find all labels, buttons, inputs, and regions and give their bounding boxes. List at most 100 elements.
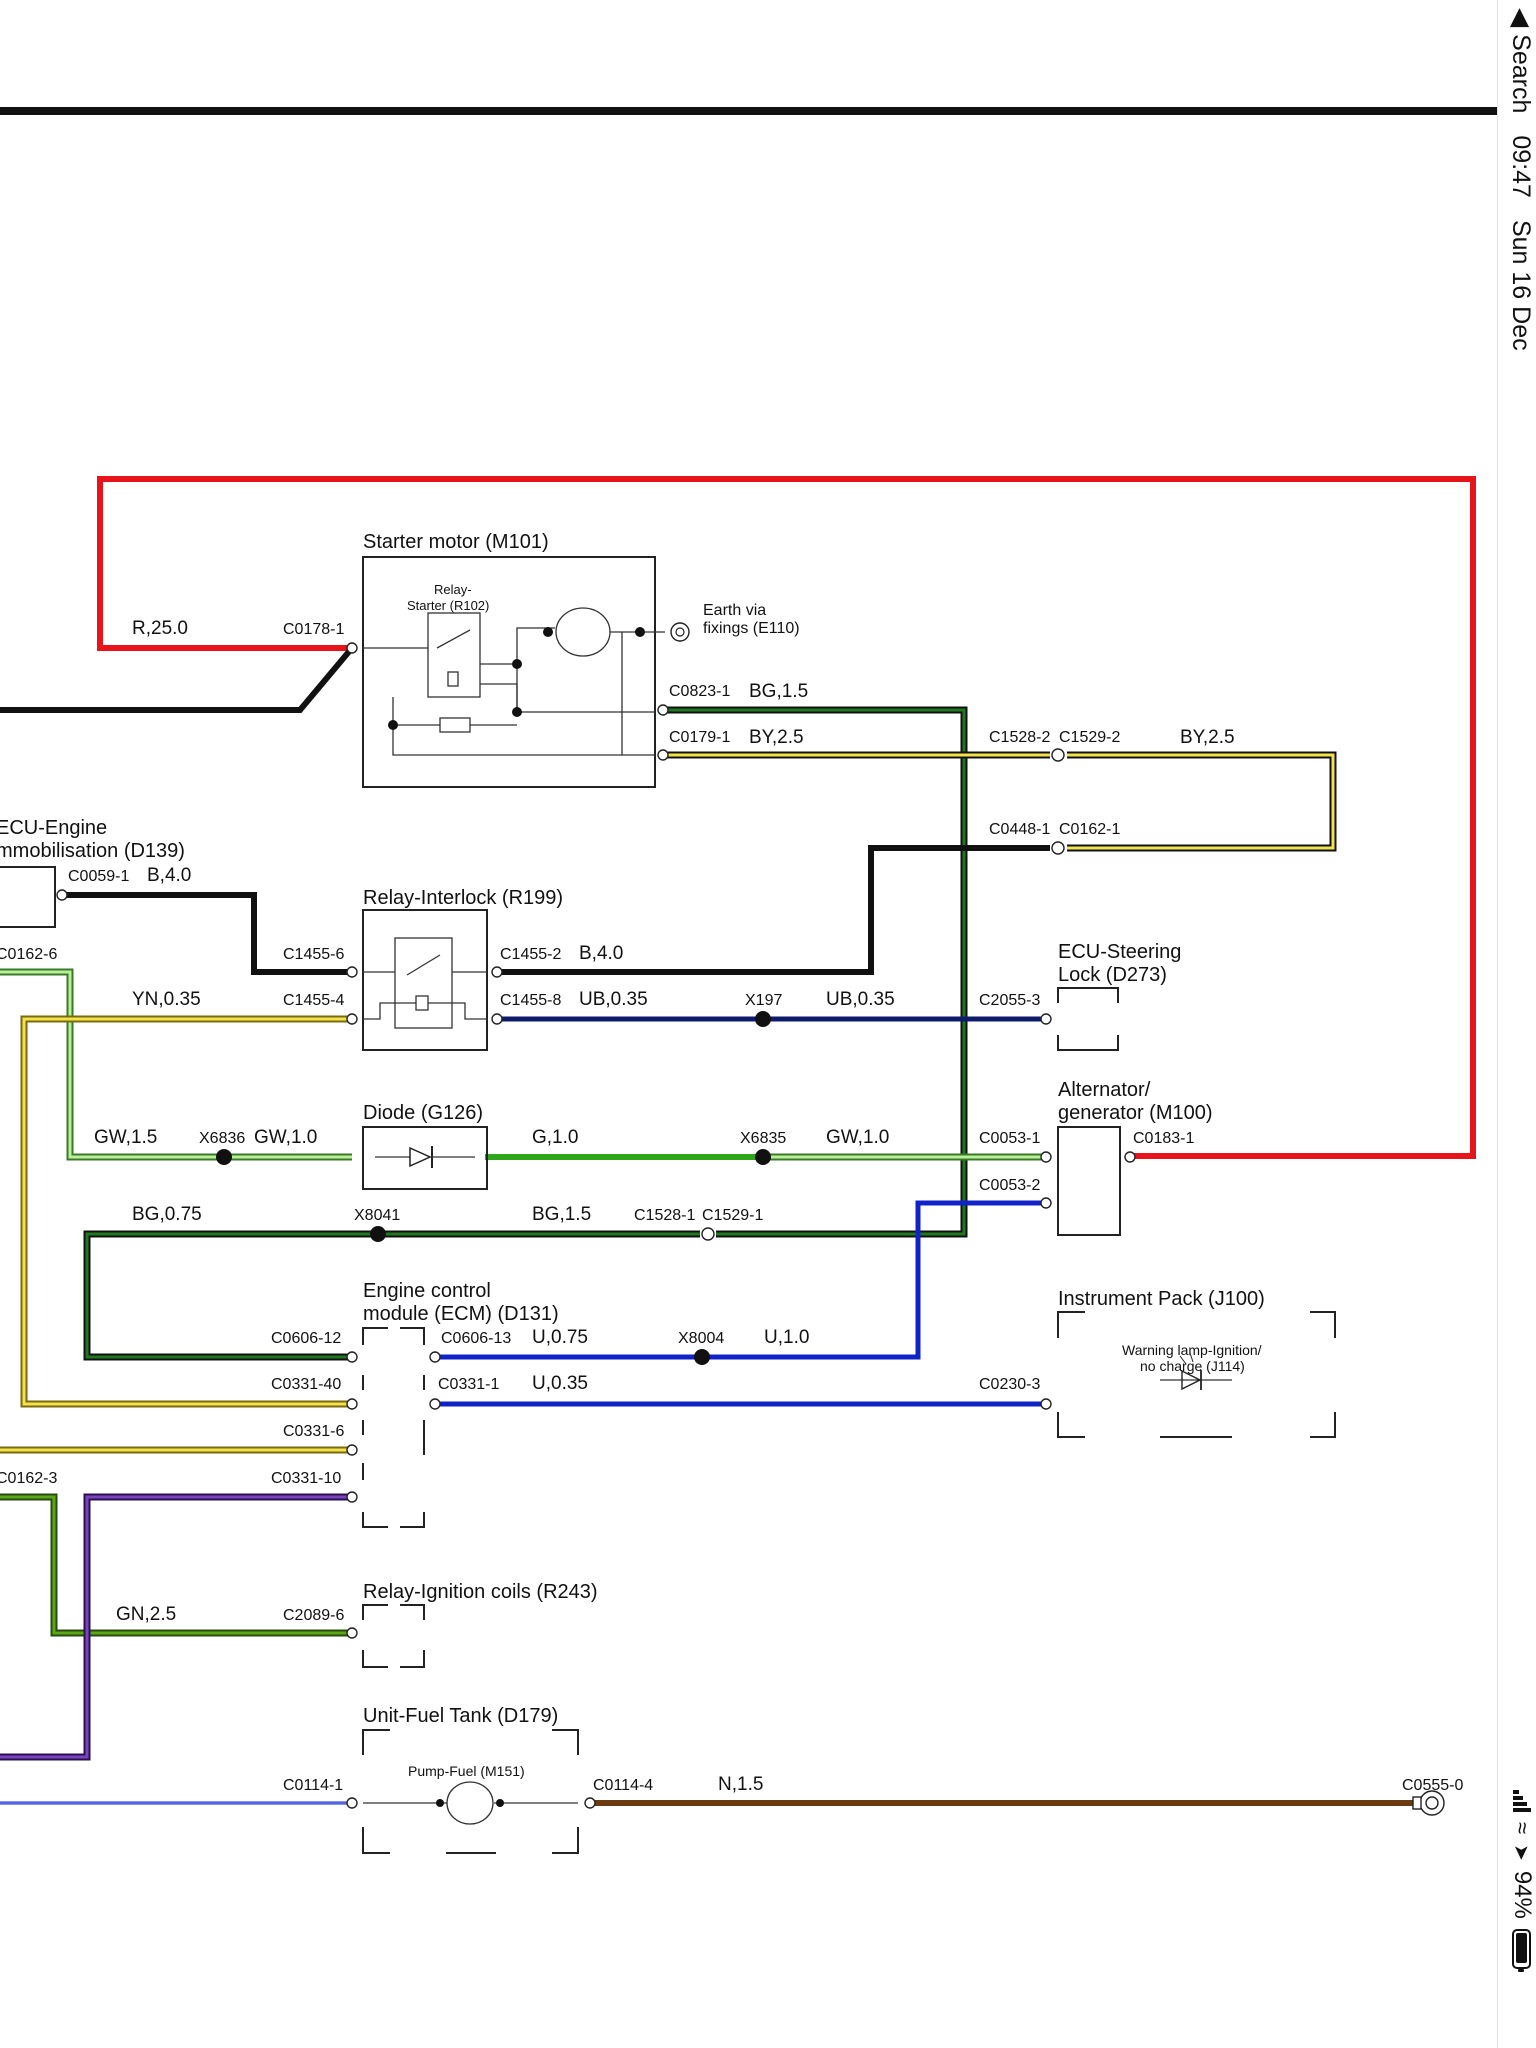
wire-red-r25 <box>97 476 1476 1159</box>
wire-label-b40-b: B,4.0 <box>579 943 623 964</box>
conn-c0331-40: C0331-40 <box>271 1376 341 1393</box>
conn-c1529-1: C1529-1 <box>702 1207 763 1224</box>
label-relay-ign: Relay-Ignition coils (R243) <box>363 1581 598 1603</box>
wire-label-bg075: BG,0.75 <box>132 1204 202 1225</box>
conn-c0823-1: C0823-1 <box>669 683 730 700</box>
label-fuel-tank: Unit-Fuel Tank (D179) <box>363 1705 558 1727</box>
battery-percent: 94% <box>1509 1870 1536 1919</box>
conn-c1455-2: C1455-2 <box>500 946 561 963</box>
conn-c0230-3: C0230-3 <box>979 1376 1040 1393</box>
wire-label-gw15: GW,1.5 <box>94 1127 157 1148</box>
conn-c0114-1: C0114-1 <box>283 1777 343 1794</box>
wire-label-r25: R,25.0 <box>132 618 188 639</box>
label-alternator-2: generator (M100) <box>1058 1102 1213 1124</box>
conn-c1455-4: C1455-4 <box>283 992 344 1009</box>
conn-c0053-2: C0053-2 <box>979 1177 1040 1194</box>
wire-label-u035: U,0.35 <box>532 1373 588 1394</box>
wiring-diagram: Starter motor (M101) Relay- Starter (R10… <box>0 107 1497 1854</box>
wire-label-ub035-a: UB,0.35 <box>579 989 648 1010</box>
label-relay-interlock: Relay-Interlock (R199) <box>363 887 563 909</box>
wire-label-gn25: GN,2.5 <box>116 1604 176 1625</box>
label-diode: Diode (G126) <box>363 1102 483 1124</box>
unit-fuel-tank <box>362 1729 579 1854</box>
conn-c0053-1: C0053-1 <box>979 1130 1040 1147</box>
wire-label-u075: U,0.75 <box>532 1327 588 1348</box>
label-ecu-steering-1: ECU-Steering <box>1058 941 1181 963</box>
conn-c0606-13: C0606-13 <box>441 1330 511 1347</box>
wire-label-bg15-a: BG,1.5 <box>749 681 808 702</box>
conn-c0178-1: C0178-1 <box>283 621 344 638</box>
splice-x8004 <box>694 1349 710 1365</box>
conn-c0059-1: C0059-1 <box>68 868 129 885</box>
conn-c0331-1: C0331-1 <box>438 1376 499 1393</box>
ecu-engine-immobilisation <box>0 866 56 928</box>
conn-x8041: X8041 <box>354 1207 400 1224</box>
signal-icon <box>1513 1790 1531 1812</box>
splice-x197 <box>755 1011 771 1027</box>
wire-label-gw10-b: GW,1.0 <box>826 1127 889 1148</box>
wire-label-by25-b: BY,2.5 <box>1180 727 1235 748</box>
conn-c0114-4: C0114-4 <box>593 1777 653 1794</box>
conn-c1528-1: C1528-1 <box>634 1207 695 1224</box>
status-bar: ◀ Search 09:47 Sun 16 Dec ≈ ➤ 94% <box>1497 0 1536 2048</box>
conn-c0606-12: C0606-12 <box>271 1330 341 1347</box>
alternator-generator <box>1057 1126 1121 1236</box>
conn-c0183-1: C0183-1 <box>1133 1130 1194 1147</box>
wire-black-main <box>0 646 355 713</box>
wire-label-b40-a: B,4.0 <box>147 865 191 886</box>
relay-interlock <box>362 909 488 1051</box>
splice-x6836 <box>216 1149 232 1165</box>
status-time: 09:47 <box>1507 135 1536 198</box>
label-ecm-1: Engine control <box>363 1280 491 1302</box>
status-date: Sun 16 Dec <box>1507 219 1536 351</box>
splice-x6835 <box>755 1149 771 1165</box>
diode <box>362 1126 488 1190</box>
label-relay-starter-1: Relay- <box>434 582 472 597</box>
back-to-search-button[interactable]: ◀ Search <box>1506 8 1536 113</box>
wire-label-g10: G,1.0 <box>532 1127 578 1148</box>
conn-c0162-6: C0162-6 <box>0 946 57 963</box>
wire-label-u10: U,1.0 <box>764 1327 809 1348</box>
location-arrow-icon: ➤ <box>1510 1844 1533 1861</box>
battery-icon <box>1512 1928 1532 1969</box>
label-ecu-steering-2: Lock (D273) <box>1058 964 1167 986</box>
label-ecu-immob-2: mmobilisation (D139) <box>0 840 185 862</box>
label-ecu-immob-1: ECU-Engine <box>0 817 107 839</box>
conn-x6835: X6835 <box>740 1130 786 1147</box>
label-warning-lamp-2: no charge (J114) <box>1140 1358 1245 1374</box>
wifi-icon: ≈ <box>1510 1822 1535 1835</box>
conn-c1528-2: C1528-2 <box>989 729 1050 746</box>
conn-c0555-0: C0555-0 <box>1402 1777 1463 1794</box>
wire-u075 <box>435 1200 1046 1360</box>
relay-ignition-coils <box>362 1604 425 1668</box>
conn-c0331-6: C0331-6 <box>283 1423 344 1440</box>
splice-x8041 <box>370 1226 386 1242</box>
label-warning-lamp-1: Warning lamp-Ignition/ <box>1122 1342 1262 1358</box>
label-pump-fuel: Pump-Fuel (M151) <box>408 1763 525 1779</box>
conn-c0162-3: C0162-3 <box>0 1470 57 1487</box>
conn-c0162-1: C0162-1 <box>1059 821 1120 838</box>
label-earth-1: Earth via <box>703 602 766 619</box>
conn-c2089-6: C2089-6 <box>283 1607 344 1624</box>
conn-x8004: X8004 <box>678 1330 724 1347</box>
conn-c0331-10: C0331-10 <box>271 1470 341 1487</box>
label-instrument-pack: Instrument Pack (J100) <box>1058 1288 1265 1310</box>
starter-motor <box>362 556 690 788</box>
instrument-pack <box>1057 1311 1336 1438</box>
label-starter-motor: Starter motor (M101) <box>363 531 549 553</box>
conn-c1529-2: C1529-2 <box>1059 729 1120 746</box>
wire-label-n15: N,1.5 <box>718 1774 763 1795</box>
label-ecm-2: module (ECM) (D131) <box>363 1303 559 1325</box>
label-earth-2: fixings (E110) <box>703 620 800 637</box>
label-relay-starter-2: Starter (R102) <box>407 598 489 613</box>
conn-c1455-6: C1455-6 <box>283 946 344 963</box>
wire-label-ub035-b: UB,0.35 <box>826 989 895 1010</box>
wire-label-gw10-a: GW,1.0 <box>254 1127 317 1148</box>
conn-x6836: X6836 <box>199 1130 245 1147</box>
wire-label-bg15-b: BG,1.5 <box>532 1204 591 1225</box>
conn-c0179-1: C0179-1 <box>669 729 730 746</box>
ecu-steering-lock <box>1057 987 1119 1051</box>
conn-c2055-3: C2055-3 <box>979 992 1040 1009</box>
earth-c0555-icon <box>1419 1790 1445 1816</box>
conn-c0448-1: C0448-1 <box>989 821 1050 838</box>
